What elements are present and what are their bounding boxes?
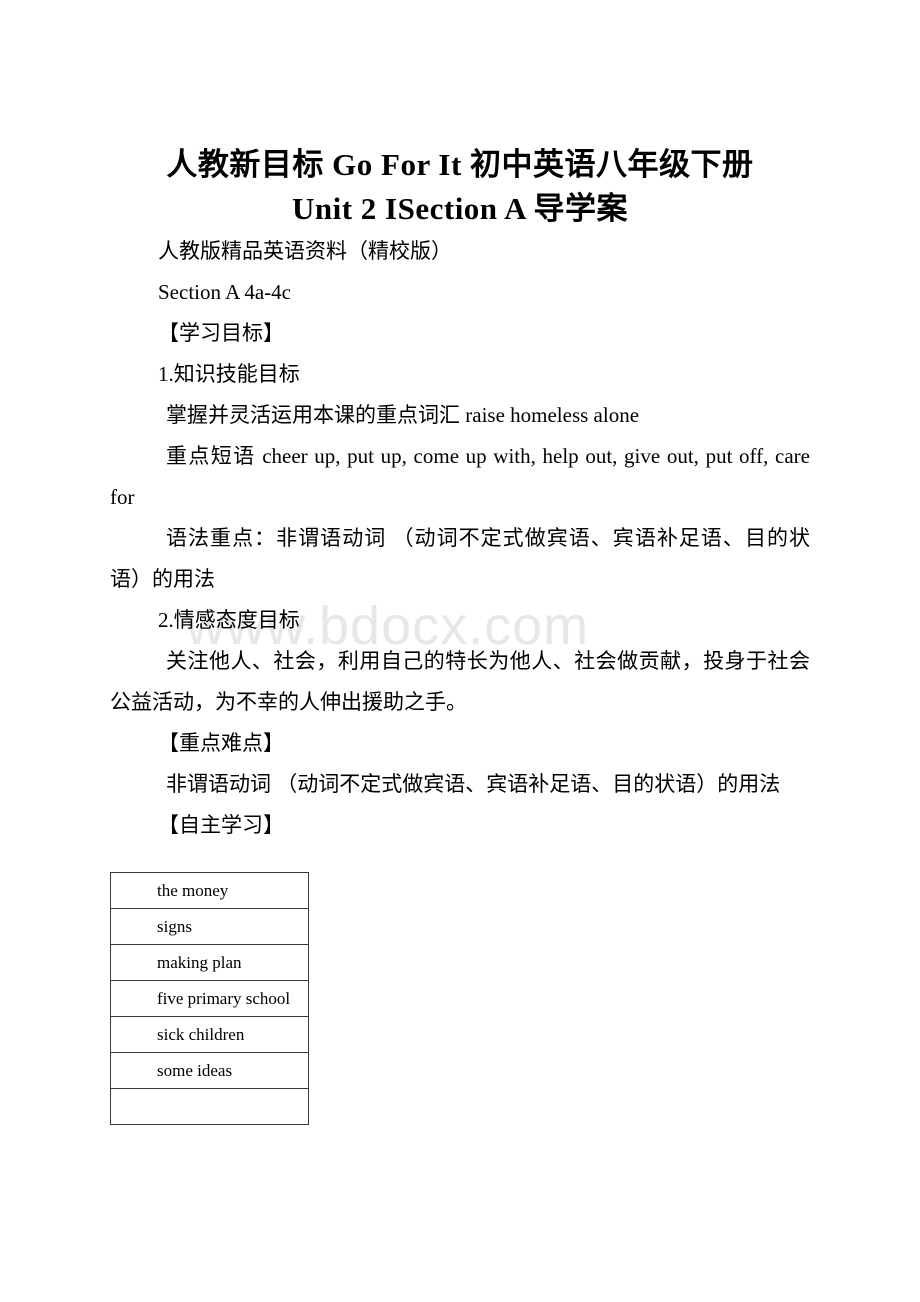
table-row: five primary school	[110, 980, 309, 1017]
heading-self-study: 【自主学习】	[158, 813, 284, 837]
objective-1-title: 1.知识技能目标	[158, 362, 300, 386]
document-title: 人教新目标 Go For It 初中英语八年级下册 Unit 2 ISectio…	[110, 0, 810, 231]
heading-key-points: 【重点难点】	[158, 731, 284, 755]
answer-table-body: the money signs making plan five primary sc…	[110, 872, 309, 1125]
document-title-line-1: 人教新目标 Go For It 初中英语八年级下册	[166, 147, 754, 182]
heading-learning-objectives: 【学习目标】	[158, 321, 284, 345]
answer-table-wrapper: the money signs making plan five primary sc…	[110, 872, 810, 1125]
objective-2-title: 2.情感态度目标	[158, 608, 300, 632]
table-row: making plan	[110, 944, 309, 981]
table-row: sick children	[110, 1016, 309, 1053]
objective-1-grammar: 语法重点：非谓语动词 （动词不定式做宾语、宾语补足语、目的状语）的用法	[110, 526, 810, 591]
table-row	[110, 1088, 309, 1125]
answer-table: the money signs making plan five primary sc…	[110, 872, 309, 1125]
source-note: 人教版精品英语资料（精校版）	[158, 239, 452, 263]
document-page: www.bdocx.com 人教新目标 Go For It 初中英语八年级下册 …	[0, 0, 920, 1302]
table-cell[interactable]: the money	[110, 872, 309, 909]
section-label: Section A 4a-4c	[158, 280, 291, 304]
table-cell[interactable]: some ideas	[110, 1052, 309, 1089]
table-row: some ideas	[110, 1052, 309, 1089]
document-title-line-2: Unit 2 ISection A 导学案	[291, 191, 629, 226]
table-row: signs	[110, 908, 309, 945]
table-row: the money	[110, 872, 309, 909]
table-cell[interactable]: signs	[110, 908, 309, 945]
objective-1-phrases: 重点短语 cheer up, put up, come up with, hel…	[110, 444, 810, 509]
table-cell[interactable]	[110, 1088, 309, 1125]
objective-1-vocabulary: 掌握并灵活运用本课的重点词汇 raise homeless alone	[166, 403, 640, 427]
objective-2-text: 关注他人、社会，利用自己的特长为他人、社会做贡献，投身于社会公益活动，为不幸的人…	[110, 649, 810, 714]
key-points-text: 非谓语动词 （动词不定式做宾语、宾语补足语、目的状语）的用法	[166, 772, 781, 796]
document-content: 人教新目标 Go For It 初中英语八年级下册 Unit 2 ISectio…	[110, 0, 810, 1125]
table-cell[interactable]: five primary school	[110, 980, 309, 1017]
table-cell[interactable]: making plan	[110, 944, 309, 981]
table-cell[interactable]: sick children	[110, 1016, 309, 1053]
